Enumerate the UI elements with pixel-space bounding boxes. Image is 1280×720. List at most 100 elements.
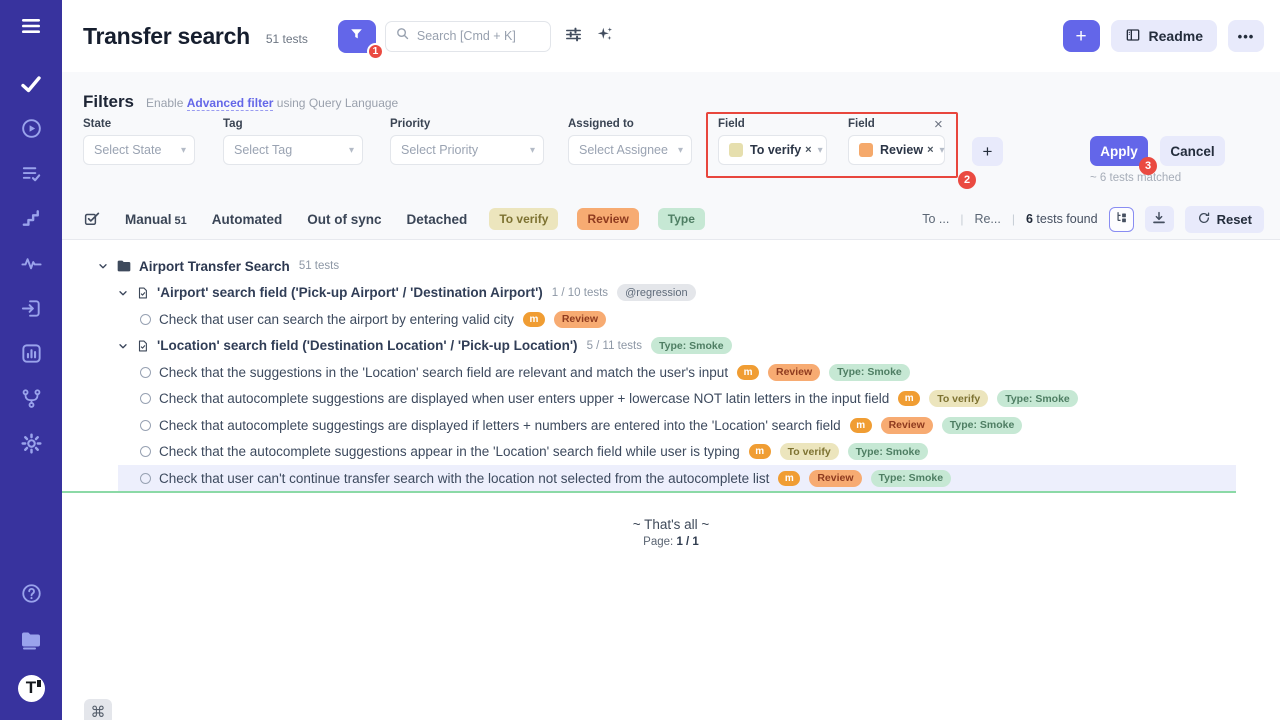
tree-view-icon	[1114, 210, 1129, 228]
tests-count-meta: 51 tests	[299, 260, 339, 272]
field-select-toverify[interactable]: To verify × ▾	[718, 135, 827, 165]
state-select[interactable]: Select State ▾	[83, 135, 195, 165]
sidebar-bottom: T	[0, 584, 62, 700]
app-logo: T	[18, 675, 45, 702]
sidebar-item-menu[interactable]	[0, 16, 62, 40]
command-shortcut-button[interactable]: ⌘	[84, 699, 112, 720]
chevron-down-icon[interactable]	[97, 260, 111, 272]
tab-automated[interactable]: Automated	[212, 212, 283, 227]
tree-row[interactable]: 'Airport' search field ('Pick-up Airport…	[62, 280, 1280, 307]
assignee-select[interactable]: Select Assignee ▾	[568, 135, 692, 165]
test-circle-icon	[140, 473, 151, 484]
bar-chart-icon	[20, 342, 43, 370]
tree-row[interactable]: Check that the suggestions in the 'Locat…	[62, 359, 1280, 386]
sidebar-item-steps[interactable]	[0, 209, 62, 233]
folder-icon	[116, 259, 132, 273]
tree-row[interactable]: 'Location' search field ('Destination Lo…	[62, 333, 1280, 360]
tree-row[interactable]: Check that user can't continue transfer …	[62, 465, 1280, 492]
filters-title-row: Filters Enable Advanced filter using Que…	[83, 92, 398, 112]
tag-badge: To verify	[780, 443, 839, 460]
end-of-list-text: ~ That's all ~	[62, 517, 1280, 532]
reset-button[interactable]: Reset	[1185, 206, 1264, 233]
add-button[interactable]: +	[1063, 20, 1100, 52]
sidebar-item-runs[interactable]	[0, 119, 62, 143]
tree-row[interactable]: Airport Transfer Search 51 tests	[62, 253, 1280, 280]
chevron-down-icon: ▾	[530, 145, 535, 156]
tag-badge: Review	[554, 311, 606, 328]
add-filter-button[interactable]: +	[972, 137, 1003, 166]
filters-title: Filters	[83, 92, 134, 112]
tab-out-of-sync[interactable]: Out of sync	[307, 212, 381, 227]
import-icon	[20, 297, 43, 325]
advanced-filter-link[interactable]: Advanced filter	[187, 96, 274, 111]
sidebar-item-logo[interactable]: T	[0, 676, 62, 700]
chip-review[interactable]: Review	[577, 208, 638, 230]
test-title: Check that the autocomplete suggestions …	[159, 444, 740, 459]
refresh-icon	[1197, 211, 1211, 228]
tag-select[interactable]: Select Tag ▾	[223, 135, 363, 165]
priority-select[interactable]: Select Priority ▾	[390, 135, 544, 165]
tab-manual[interactable]: Manual51	[125, 212, 187, 227]
readme-label: Readme	[1149, 28, 1203, 44]
test-circle-icon	[140, 420, 151, 431]
filter-group-priority: Priority Select Priority ▾	[390, 118, 544, 165]
chip-to-verify[interactable]: To verify	[489, 208, 558, 230]
export-button[interactable]	[1145, 206, 1174, 232]
cancel-button[interactable]: Cancel	[1160, 136, 1225, 166]
field-select-review[interactable]: Review × ▾	[848, 135, 945, 165]
sidebar-item-import[interactable]	[0, 299, 62, 323]
sidebar-item-settings[interactable]	[0, 434, 62, 458]
chevron-down-icon: ▾	[940, 145, 945, 156]
remove-value-icon[interactable]: ×	[805, 144, 811, 156]
page-title: Transfer search	[83, 23, 250, 50]
filter-chips: To verify Review Type	[489, 208, 705, 230]
tab-detached[interactable]: Detached	[407, 212, 468, 227]
chip-type[interactable]: Type	[658, 208, 705, 230]
test-tree: Airport Transfer Search 51 tests 'Airport'…	[62, 253, 1280, 492]
search-box[interactable]	[385, 21, 551, 52]
book-icon	[1125, 27, 1141, 46]
test-circle-icon	[140, 367, 151, 378]
header: Transfer search 51 tests 1 + Readme •••	[62, 0, 1280, 72]
tree-row[interactable]: Check that user can search the airport b…	[62, 306, 1280, 333]
tree-row[interactable]: Check that autocomplete suggestions are …	[62, 386, 1280, 413]
sidebar-item-help[interactable]	[0, 584, 62, 608]
filters-panel: Filters Enable Advanced filter using Que…	[62, 72, 1280, 240]
remove-value-icon[interactable]: ×	[927, 144, 933, 156]
tag-badge: Review	[768, 364, 820, 381]
select-all-icon[interactable]	[83, 210, 101, 228]
readme-button[interactable]: Readme	[1111, 20, 1217, 52]
test-circle-icon	[140, 446, 151, 457]
manual-badge: m	[898, 391, 920, 406]
chevron-down-icon[interactable]	[117, 340, 131, 352]
filter-button[interactable]: 1	[338, 20, 376, 53]
tree-view-button[interactable]	[1109, 207, 1134, 232]
content: Airport Transfer Search 51 tests 'Airport'…	[62, 240, 1280, 720]
sidebar-item-plans[interactable]	[0, 164, 62, 188]
sidebar-item-branches[interactable]	[0, 389, 62, 413]
filters-subtitle: Enable Advanced filter using Query Langu…	[146, 96, 398, 110]
filter-group-field-1: Field To verify × ▾	[718, 118, 827, 165]
active-filter-truncated: Re...	[974, 212, 1000, 226]
annotation-step-badge: 2	[958, 171, 976, 189]
menu-icon	[19, 14, 43, 43]
more-button[interactable]: •••	[1228, 20, 1264, 52]
review-color-swatch	[859, 143, 873, 157]
sidebar-item-docs[interactable]	[0, 630, 62, 654]
tests-count-meta: 5 / 11 tests	[587, 340, 642, 352]
tree-row[interactable]: Check that autocomplete suggestings are …	[62, 412, 1280, 439]
tree-row[interactable]: Check that the autocomplete suggestions …	[62, 439, 1280, 466]
ai-button[interactable]	[595, 25, 614, 47]
tag-badge: @regression	[617, 284, 696, 301]
chevron-down-icon[interactable]	[117, 287, 131, 299]
remove-field-filter-icon[interactable]: ×	[934, 116, 943, 133]
sidebar-item-reports[interactable]	[0, 344, 62, 368]
filter-count-badge: 1	[367, 43, 384, 60]
folder-title: Airport Transfer Search	[139, 259, 290, 274]
search-input[interactable]	[417, 29, 541, 43]
chevron-down-icon: ▾	[818, 145, 823, 156]
sidebar-item-pulse[interactable]	[0, 254, 62, 278]
sidebar-item-tests[interactable]	[0, 74, 62, 98]
filter-settings-button[interactable]	[564, 25, 583, 47]
active-filter-truncated: To ...	[922, 212, 949, 226]
